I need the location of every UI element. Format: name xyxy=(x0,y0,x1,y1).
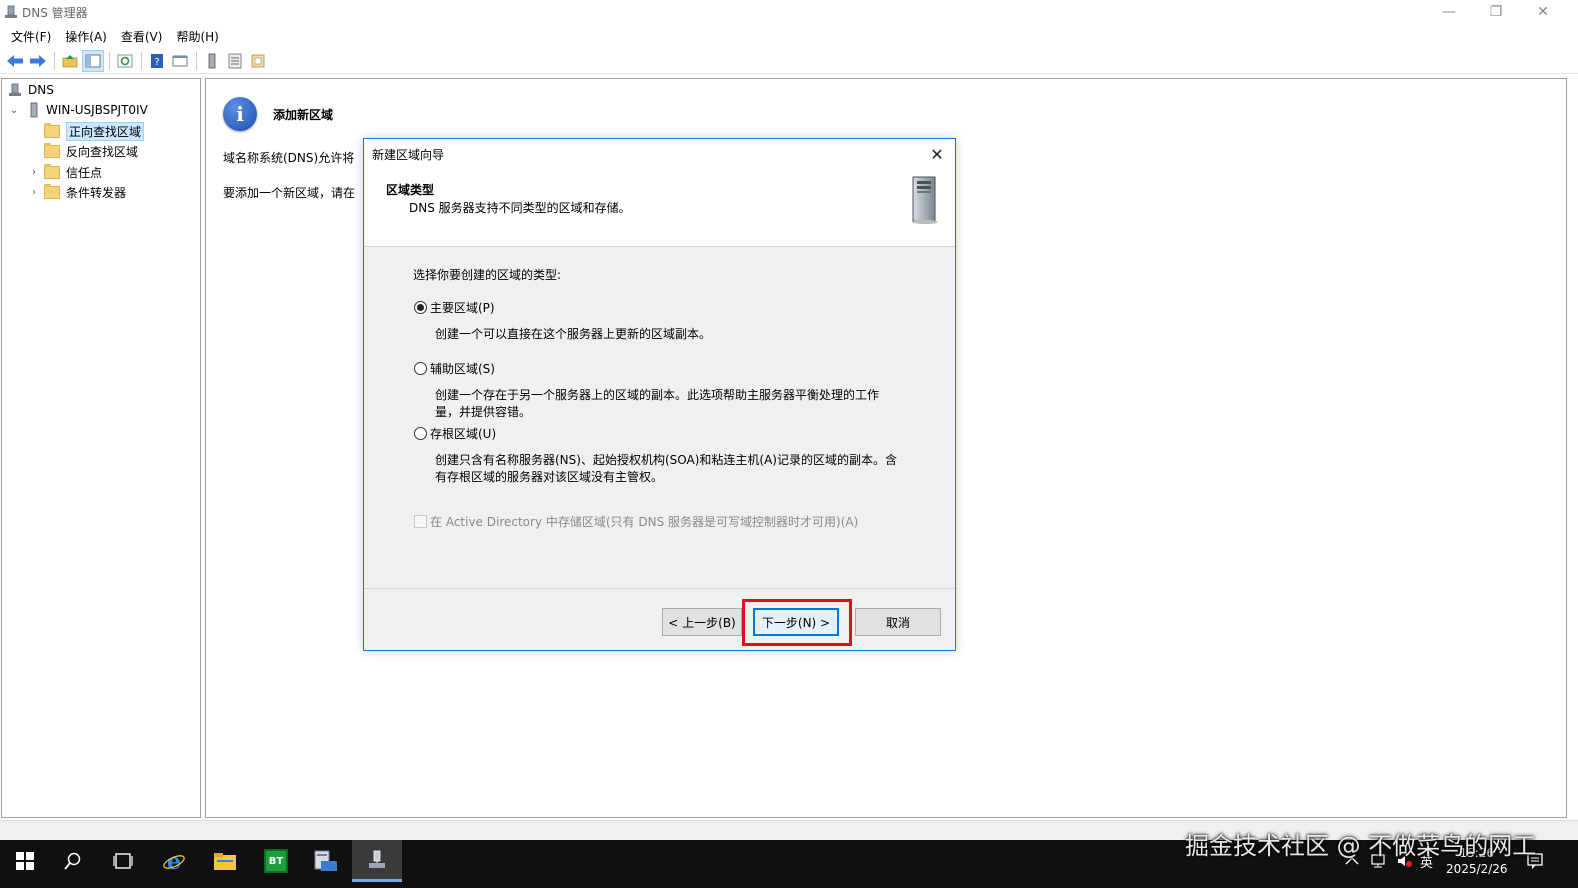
tree-label-dns: DNS xyxy=(28,83,54,97)
primary-zone-desc: 创建一个可以直接在这个服务器上更新的区域副本。 xyxy=(435,327,712,341)
title-bar: DNS 管理器 — ❐ ✕ xyxy=(0,0,1578,24)
dialog-title-bar: 新建区域向导 ✕ xyxy=(364,139,955,169)
dns-manager-taskbar-icon[interactable] xyxy=(352,840,402,882)
stub-zone-desc-2: 有存根区域的服务器对该区域没有主管权。 xyxy=(435,470,664,484)
chevron-right-icon[interactable]: › xyxy=(28,167,40,178)
tree-label-conditional-forwarders: 条件转发器 xyxy=(66,185,127,200)
record-icon[interactable] xyxy=(247,50,269,72)
folder-icon xyxy=(44,122,60,138)
toolbar: ? xyxy=(0,48,1578,74)
tree-item-reverse-lookup[interactable]: 反向查找区域 xyxy=(44,141,138,161)
tree-item-server[interactable]: ⌄ WIN-USJBSPJT0IV xyxy=(8,100,148,120)
windows-start-icon[interactable] xyxy=(0,840,50,882)
svg-text:?: ? xyxy=(154,57,159,68)
list-icon[interactable] xyxy=(224,50,246,72)
tree-item-forward-lookup[interactable]: 正向查找区域 xyxy=(44,121,145,141)
console-tree: DNS ⌄ WIN-USJBSPJT0IV 正向查找区域 反向查找区域 › 信任… xyxy=(1,78,201,818)
tree-label-reverse-lookup: 反向查找区域 xyxy=(66,144,139,159)
next-button-highlight-box xyxy=(742,599,852,646)
primary-zone-label[interactable]: 主要区域(P) xyxy=(430,299,495,316)
search-icon[interactable] xyxy=(48,840,98,882)
back-button[interactable]: < 上一步(B) xyxy=(662,608,742,636)
tree-item-conditional-forwarders[interactable]: › 条件转发器 xyxy=(28,182,126,202)
properties-icon[interactable] xyxy=(169,50,191,72)
rightpane-line-1: 域名称系统(DNS)允许将 xyxy=(223,151,355,165)
tree-label-trust-points: 信任点 xyxy=(66,165,103,180)
tree-label-server: WIN-USJBSPJT0IV xyxy=(46,103,148,117)
close-window-button[interactable]: ✕ xyxy=(1520,0,1566,24)
restore-button[interactable]: ❐ xyxy=(1473,0,1519,24)
dialog-close-button[interactable]: ✕ xyxy=(927,144,947,164)
toolbar-separator xyxy=(196,51,197,70)
tree-label-forward-lookup: 正向查找区域 xyxy=(66,121,145,141)
dns-icon xyxy=(9,83,21,96)
forward-arrow-icon[interactable] xyxy=(27,50,49,72)
secondary-zone-desc-1: 创建一个存在于另一个服务器上的区域的副本。此选项帮助主服务器平衡处理的工作 xyxy=(435,388,880,402)
menu-view[interactable]: 查看(V) xyxy=(114,28,170,45)
refresh-icon[interactable] xyxy=(114,50,136,72)
window-title: DNS 管理器 xyxy=(22,5,88,20)
zone-type-subtitle: DNS 服务器支持不同类型的区域和存储。 xyxy=(409,201,631,215)
tree-item-trust-points[interactable]: › 信任点 xyxy=(28,162,102,182)
tree-item-dns[interactable]: DNS xyxy=(8,80,54,100)
secondary-zone-label[interactable]: 辅助区域(S) xyxy=(430,360,495,377)
back-arrow-icon[interactable] xyxy=(4,50,26,72)
server-icon xyxy=(30,102,38,118)
menu-help[interactable]: 帮助(H) xyxy=(169,28,225,45)
bt-label: BT xyxy=(264,849,288,873)
folder-icon xyxy=(44,142,60,158)
bt-panel-icon[interactable]: BT xyxy=(251,840,301,882)
ad-storage-label: 在 Active Directory 中存储区域(只有 DNS 服务器是可写域控… xyxy=(430,515,859,529)
menu-bar: 文件(F) 操作(A) 查看(V) 帮助(H) xyxy=(0,25,1578,47)
stub-zone-desc-1: 创建只含有名称服务器(NS)、起始授权机构(SOA)和粘连主机(A)记录的区域的… xyxy=(435,453,897,467)
file-explorer-icon[interactable] xyxy=(200,840,250,882)
task-view-icon[interactable] xyxy=(98,840,148,882)
watermark-text: 掘金技术社区 @ 不做菜鸟的网工 xyxy=(1185,832,1537,860)
toolbar-separator xyxy=(54,51,55,70)
chevron-right-icon[interactable]: › xyxy=(28,187,40,198)
dialog-body: 选择你要创建的区域的类型: 主要区域(P) 创建一个可以直接在这个服务器上更新的… xyxy=(364,248,955,588)
folder-icon xyxy=(44,163,60,179)
secondary-zone-radio[interactable] xyxy=(414,362,427,375)
help-icon[interactable]: ? xyxy=(146,50,168,72)
server-icon[interactable] xyxy=(201,50,223,72)
ad-storage-checkbox[interactable] xyxy=(414,515,427,528)
add-zone-title: 添加新区域 xyxy=(273,108,334,122)
svg-text:e: e xyxy=(167,849,181,873)
stub-zone-radio[interactable] xyxy=(414,427,427,440)
dialog-title: 新建区域向导 xyxy=(372,147,445,162)
new-zone-wizard-dialog: 新建区域向导 ✕ 区域类型 DNS 服务器支持不同类型的区域和存储。 选择你要创… xyxy=(363,138,956,651)
server-manager-icon[interactable] xyxy=(301,840,351,882)
info-icon: i xyxy=(223,97,257,131)
rightpane-line-2: 要添加一个新区域，请在 xyxy=(223,186,356,200)
dns-app-icon xyxy=(5,5,17,18)
server-tower-icon xyxy=(912,176,938,224)
menu-action[interactable]: 操作(A) xyxy=(58,28,114,45)
up-folder-icon[interactable] xyxy=(59,50,81,72)
zone-type-heading: 区域类型 xyxy=(386,183,435,197)
zone-type-prompt: 选择你要创建的区域的类型: xyxy=(413,268,562,282)
primary-zone-radio[interactable] xyxy=(414,301,427,314)
show-hide-tree-icon[interactable] xyxy=(82,49,104,72)
toolbar-separator xyxy=(141,51,142,70)
chevron-down-icon[interactable]: ⌄ xyxy=(8,105,20,116)
folder-icon xyxy=(44,183,60,199)
clock-date: 2025/2/26 xyxy=(1446,862,1508,876)
footer-divider xyxy=(364,588,955,589)
menu-file[interactable]: 文件(F) xyxy=(4,28,58,45)
minimize-button[interactable]: — xyxy=(1426,0,1472,24)
stub-zone-label[interactable]: 存根区域(U) xyxy=(430,425,496,442)
dialog-header: 区域类型 DNS 服务器支持不同类型的区域和存储。 xyxy=(364,169,955,247)
internet-explorer-icon[interactable]: e xyxy=(149,840,199,882)
cancel-button[interactable]: 取消 xyxy=(855,608,941,636)
secondary-zone-desc-2: 量，并提供容错。 xyxy=(435,405,532,419)
toolbar-separator xyxy=(109,51,110,70)
